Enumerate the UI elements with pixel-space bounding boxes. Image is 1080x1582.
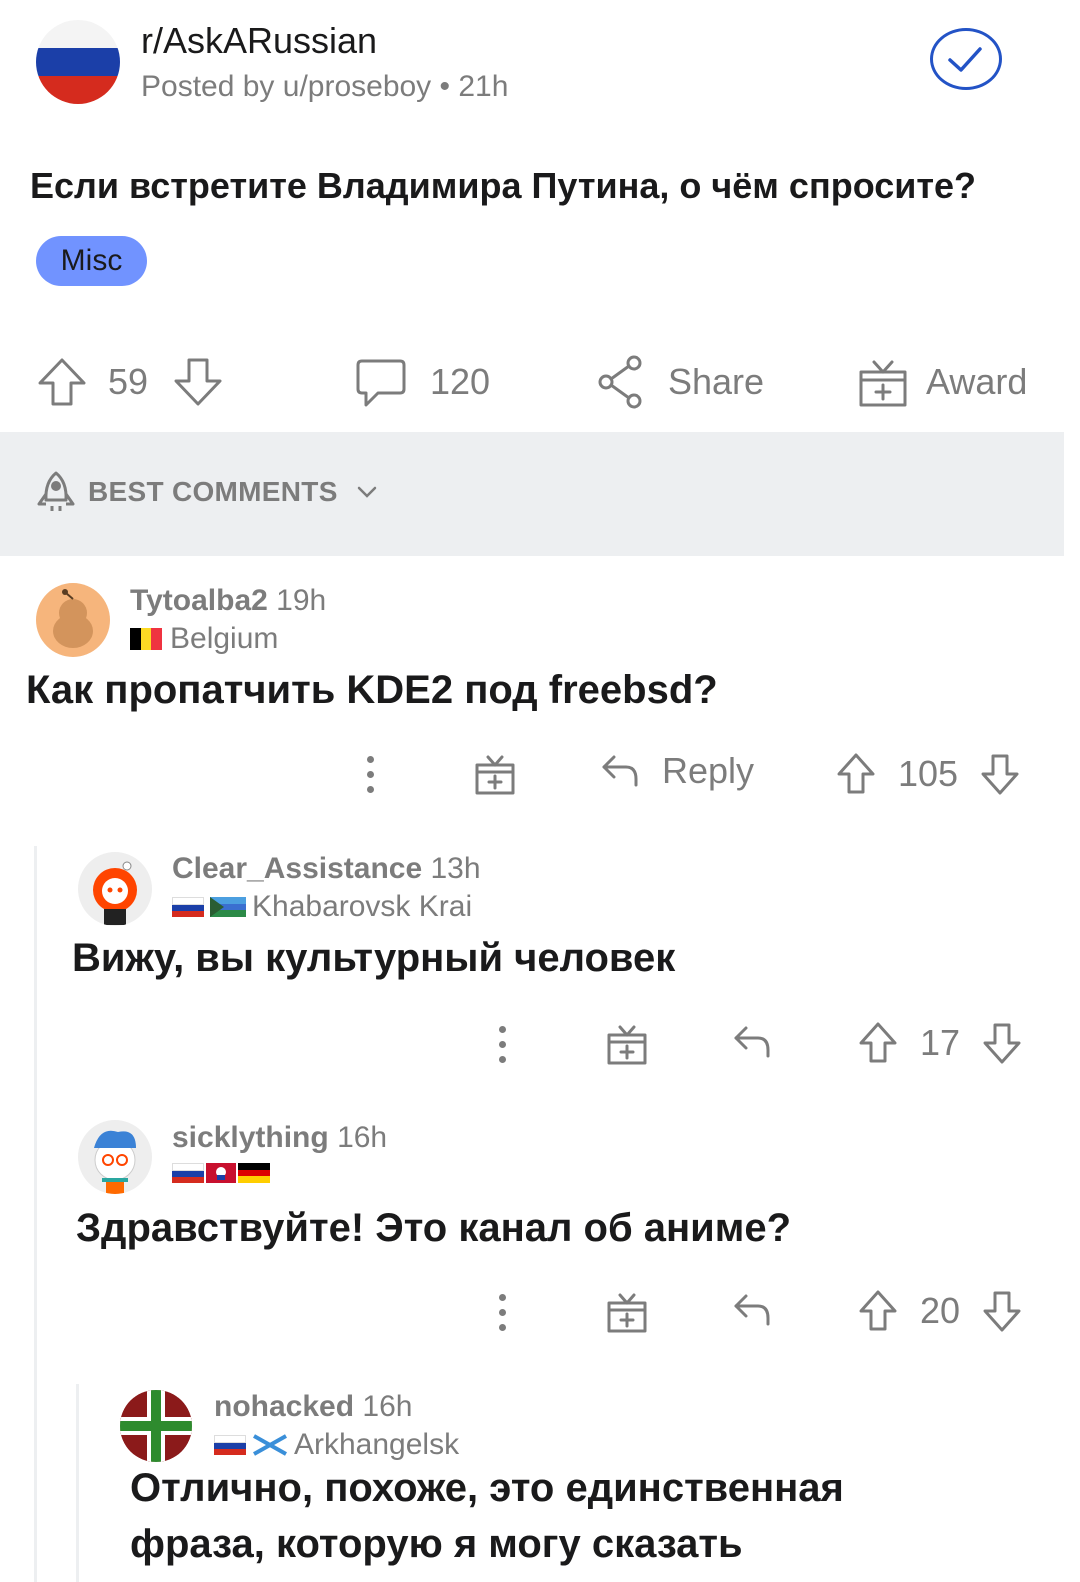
downvote-icon[interactable] (980, 752, 1020, 796)
award-icon (859, 360, 907, 407)
award-icon (607, 1293, 647, 1333)
award-icon (607, 1025, 647, 1065)
comment-username[interactable]: nohacked 16h (214, 1390, 412, 1424)
chevron-down-icon (357, 486, 376, 498)
post-flair[interactable]: Misc (36, 236, 147, 286)
downvote-icon[interactable] (172, 356, 224, 408)
arkhangelsk-flag-icon (252, 1434, 288, 1456)
more-icon (365, 755, 375, 793)
checkmark-icon (948, 47, 982, 72)
more-icon (497, 1293, 507, 1331)
reply-icon (734, 1294, 770, 1326)
downvote-icon[interactable] (982, 1021, 1022, 1065)
post-score: 59 (108, 361, 149, 402)
more-button[interactable] (497, 1022, 507, 1066)
downvote-icon[interactable] (982, 1289, 1022, 1333)
post-meta: Posted by u/proseboy • 21h (141, 70, 509, 103)
share-button[interactable]: Share (596, 354, 764, 410)
moscow-flag-icon (206, 1163, 236, 1183)
user-flair: Belgium (130, 622, 278, 656)
comment-time: 16h (362, 1390, 413, 1423)
avatar[interactable] (78, 852, 152, 926)
comment-vote-group: 20 (858, 1289, 1022, 1333)
comment-username[interactable]: sicklything 16h (172, 1121, 387, 1155)
khabarovsk-flag-icon (210, 897, 246, 917)
sort-label: BEST COMMENTS (88, 476, 338, 507)
reply-label: Reply (662, 750, 755, 791)
award-button[interactable]: Award (858, 354, 1027, 410)
comment-text-line-1[interactable]: Отлично, похоже, это единственная (130, 1466, 844, 1511)
belgium-flag-icon (130, 628, 163, 650)
avatar[interactable] (120, 1390, 192, 1462)
comment-vote-group: 17 (858, 1021, 1022, 1065)
russia-flag-icon (214, 1435, 246, 1455)
germany-flag-icon (238, 1163, 270, 1184)
more-icon (497, 1025, 507, 1063)
share-label: Share (668, 361, 765, 402)
comment-score: 105 (898, 753, 959, 794)
award-icon (475, 755, 515, 795)
comment-text[interactable]: Вижу, вы культурный человек (72, 936, 675, 981)
subreddit-name[interactable]: r/AskARussian (141, 20, 377, 62)
comment-time: 19h (276, 584, 327, 617)
avatar[interactable] (36, 583, 110, 657)
upvote-icon[interactable] (858, 1289, 898, 1333)
comment-icon (356, 359, 406, 407)
thread-line[interactable] (76, 1384, 79, 1582)
subreddit-avatar[interactable] (36, 20, 120, 104)
avatar[interactable] (78, 1120, 152, 1194)
reply-button[interactable] (732, 1290, 772, 1330)
award-button[interactable] (606, 1022, 648, 1066)
comment-username[interactable]: Tytoalba2 19h (130, 584, 326, 618)
comment-username[interactable]: Clear_Assistance 13h (172, 852, 481, 886)
thread-line[interactable] (34, 846, 37, 1582)
vote-group: 59 (36, 354, 224, 410)
comment-time: 13h (430, 852, 481, 885)
comments-button[interactable]: 120 (354, 354, 490, 410)
award-label: Award (926, 361, 1028, 402)
comment-text-line-2[interactable]: фраза, которую я могу сказать (130, 1522, 743, 1567)
joined-button[interactable] (930, 28, 1002, 90)
more-button[interactable] (497, 1290, 507, 1334)
reply-icon (602, 755, 638, 787)
comment-score: 17 (920, 1022, 961, 1063)
reply-button[interactable] (732, 1022, 772, 1062)
comment-vote-group: 105 (836, 752, 1020, 796)
user-flair: Khabarovsk Krai (172, 890, 472, 924)
user-flair (172, 1163, 274, 1184)
comment-text[interactable]: Как пропатчить KDE2 под freebsd? (26, 668, 718, 713)
upvote-icon[interactable] (36, 356, 88, 408)
reply-icon (734, 1026, 770, 1058)
sort-dropdown[interactable]: BEST COMMENTS (36, 470, 378, 514)
russia-flag-icon (172, 1163, 204, 1183)
reply-button[interactable]: Reply (600, 750, 754, 792)
post-title[interactable]: Если встретите Владимира Путина, о чём с… (30, 165, 976, 207)
comment-time: 16h (337, 1121, 388, 1154)
more-button[interactable] (365, 752, 375, 796)
comments-count: 120 (430, 361, 491, 402)
upvote-icon[interactable] (858, 1021, 898, 1065)
user-flair: Arkhangelsk (214, 1428, 459, 1462)
russia-flag-icon (172, 897, 204, 917)
award-button[interactable] (606, 1290, 648, 1334)
upvote-icon[interactable] (836, 752, 876, 796)
share-icon (598, 355, 642, 409)
award-button[interactable] (474, 752, 516, 796)
comment-score: 20 (920, 1290, 961, 1331)
comment-text[interactable]: Здравствуйте! Это канал об аниме? (76, 1206, 791, 1251)
rocket-icon (37, 471, 75, 511)
